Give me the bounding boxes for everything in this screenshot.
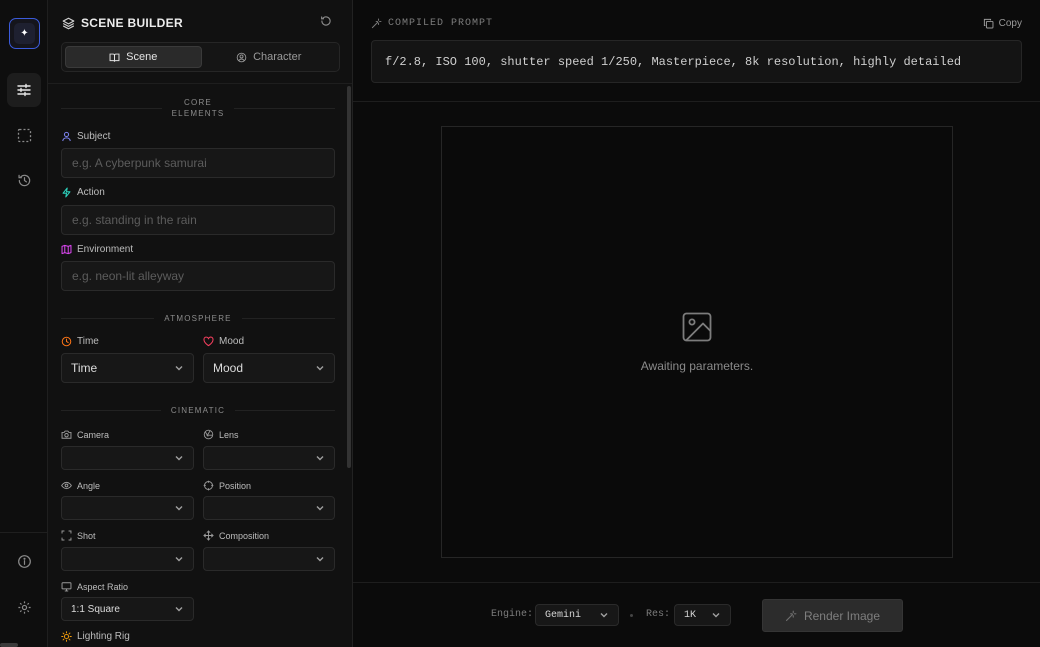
nav-rail: ✦ <box>0 0 48 647</box>
clock-icon <box>61 336 72 347</box>
copy-icon <box>983 18 994 29</box>
mode-tabs: Scene Character <box>61 42 340 72</box>
render-footer: Engine: Gemini Res: 1K Render Image <box>353 583 1040 647</box>
main-area: COMPILED PROMPT Copy f/2.8, ISO 100, shu… <box>353 0 1040 647</box>
footer-separator-dot <box>630 614 633 617</box>
section-core-elements: CORE ELEMENTS <box>61 96 336 120</box>
position-select[interactable] <box>203 496 335 520</box>
rail-settings-button[interactable] <box>7 590 41 624</box>
info-icon <box>17 554 31 568</box>
mood-select[interactable]: Mood <box>203 353 335 383</box>
action-label: Action <box>61 187 105 198</box>
lighting-rig-label: Lighting Rig <box>61 631 130 642</box>
tab-scene[interactable]: Scene <box>65 46 202 68</box>
compiled-prompt-text[interactable]: f/2.8, ISO 100, shutter speed 1/250, Mas… <box>371 40 1022 83</box>
eye-icon <box>61 481 72 490</box>
angle-select[interactable] <box>61 496 194 520</box>
reset-button[interactable] <box>320 15 332 30</box>
chevron-down-icon <box>316 557 324 562</box>
panel-scrollbar[interactable] <box>347 86 351 468</box>
sliders-icon <box>17 83 31 97</box>
user-circle-icon <box>236 52 247 62</box>
chevron-down-icon <box>175 456 183 461</box>
copy-button[interactable]: Copy <box>983 18 1022 29</box>
move-icon <box>203 530 214 541</box>
aperture-icon <box>203 429 214 440</box>
history-icon <box>17 174 30 186</box>
rail-history-button[interactable] <box>7 163 41 197</box>
panel-header: SCENE BUILDER <box>62 14 183 32</box>
environment-input[interactable] <box>61 261 335 291</box>
tab-character[interactable]: Character <box>202 46 337 68</box>
section-atmosphere: ATMOSPHERE <box>61 306 336 330</box>
compiled-prompt-label: COMPILED PROMPT <box>371 18 493 29</box>
lens-label: Lens <box>203 429 239 440</box>
zap-icon <box>62 187 71 198</box>
camera-label: Camera <box>61 429 109 440</box>
image-icon <box>682 312 712 345</box>
time-label: Time <box>61 336 99 347</box>
frame-icon <box>17 128 31 142</box>
sparkle-icon: ✦ <box>14 23 35 44</box>
reset-icon <box>321 16 331 26</box>
map-icon <box>61 244 72 255</box>
chevron-down-icon <box>600 613 608 618</box>
sun-icon <box>61 631 72 642</box>
awaiting-message: Awaiting parameters. <box>640 359 754 373</box>
angle-label: Angle <box>61 480 100 491</box>
user-icon <box>62 131 71 142</box>
image-canvas: Awaiting parameters. <box>441 126 953 558</box>
composition-select[interactable] <box>203 547 335 571</box>
section-cinematic: CINEMATIC <box>61 398 335 422</box>
rail-gallery-button[interactable] <box>7 118 41 152</box>
environment-label: Environment <box>61 244 133 255</box>
aspect-ratio-select[interactable]: 1:1 Square <box>61 597 194 621</box>
position-label: Position <box>203 480 251 491</box>
layers-icon <box>62 17 75 29</box>
aspect-ratio-label: Aspect Ratio <box>61 581 128 592</box>
book-icon <box>109 53 120 62</box>
rail-scroll-indicator <box>0 643 18 647</box>
engine-label: Engine: <box>491 609 534 620</box>
app-logo[interactable]: ✦ <box>9 18 40 49</box>
monitor-icon <box>61 582 72 592</box>
chevron-down-icon <box>175 557 183 562</box>
chevron-down-icon <box>175 506 183 511</box>
chevron-down-icon <box>316 506 324 511</box>
subject-input[interactable] <box>61 148 335 178</box>
action-input[interactable] <box>61 205 335 235</box>
wand-icon <box>785 610 797 621</box>
gear-icon <box>17 600 31 614</box>
resolution-select[interactable]: 1K <box>674 604 731 626</box>
shot-label: Shot <box>61 530 96 541</box>
crosshair-icon <box>203 480 214 491</box>
prompt-divider <box>353 101 1040 102</box>
heart-icon <box>203 336 214 347</box>
chevron-down-icon <box>175 366 183 371</box>
subject-label: Subject <box>61 131 110 142</box>
panel-title: SCENE BUILDER <box>81 16 183 30</box>
camera-icon <box>61 430 72 439</box>
res-label: Res: <box>646 609 671 620</box>
rail-divider <box>0 532 48 533</box>
chevron-down-icon <box>712 613 720 618</box>
time-select[interactable]: Time <box>61 353 194 383</box>
rail-info-button[interactable] <box>7 544 41 578</box>
panel-divider <box>48 83 352 84</box>
render-image-button[interactable]: Render Image <box>762 599 903 632</box>
chevron-down-icon <box>316 366 324 371</box>
scene-builder-panel: SCENE BUILDER Scene Character CORE ELEMEN… <box>48 0 353 647</box>
chevron-down-icon <box>175 607 183 612</box>
shot-select[interactable] <box>61 547 194 571</box>
composition-label: Composition <box>203 530 269 541</box>
lens-select[interactable] <box>203 446 335 470</box>
camera-select[interactable] <box>61 446 194 470</box>
rail-builder-button[interactable] <box>7 73 41 107</box>
wand-icon <box>371 18 382 29</box>
mood-label: Mood <box>203 336 244 347</box>
chevron-down-icon <box>316 456 324 461</box>
engine-select[interactable]: Gemini <box>535 604 619 626</box>
focus-frame-icon <box>61 530 72 541</box>
